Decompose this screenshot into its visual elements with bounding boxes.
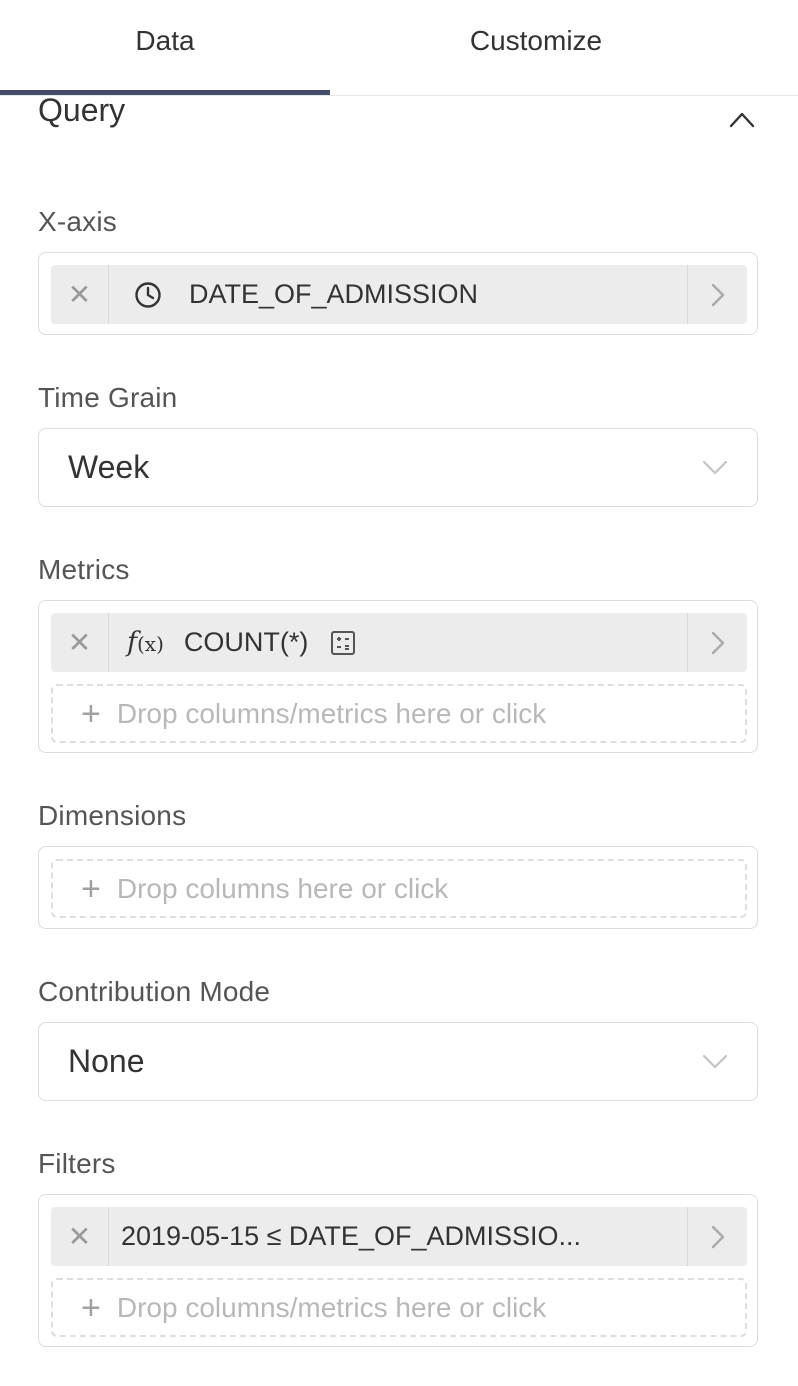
plus-icon: + — [81, 694, 101, 733]
contribution-mode-value: None — [68, 1043, 145, 1079]
dimensions-drop-zone[interactable]: + Drop columns here or click — [51, 859, 747, 918]
chevron-right-icon[interactable] — [687, 1207, 747, 1266]
time-grain-label: Time Grain — [38, 382, 178, 413]
function-icon: f(x) — [127, 627, 164, 658]
metrics-control: ✕ f(x) COUNT(*) + Drop columns/metrics h… — [38, 600, 758, 753]
plus-icon: + — [81, 869, 101, 908]
filters-drop-placeholder: Drop columns/metrics here or click — [116, 1291, 547, 1323]
xaxis-pill[interactable]: ✕ DATE_OF_ADMISSION — [51, 265, 747, 324]
xaxis-pill-body[interactable]: DATE_OF_ADMISSION — [109, 265, 687, 324]
filter-pill[interactable]: ✕ 2019-05-15 ≤ DATE_OF_ADMISSIO... — [51, 1207, 747, 1266]
remove-icon[interactable]: ✕ — [51, 1207, 109, 1266]
chevron-right-icon[interactable] — [687, 265, 747, 324]
xaxis-label: X-axis — [38, 206, 117, 237]
filters-label: Filters — [38, 1148, 116, 1179]
metric-pill[interactable]: ✕ f(x) COUNT(*) — [51, 613, 747, 672]
metrics-drop-placeholder: Drop columns/metrics here or click — [116, 697, 547, 729]
dimensions-label: Dimensions — [38, 800, 187, 831]
time-grain-value: Week — [68, 449, 150, 485]
remove-icon[interactable]: ✕ — [51, 613, 109, 672]
clock-icon — [135, 281, 161, 308]
dimensions-control: + Drop columns here or click — [38, 846, 758, 929]
tab-customize[interactable]: Customize — [330, 0, 742, 96]
filter-value: 2019-05-15 ≤ DATE_OF_ADMISSIO... — [121, 1221, 581, 1251]
chevron-down-icon — [702, 460, 728, 475]
contribution-mode-label: Contribution Mode — [38, 976, 271, 1007]
filters-control: ✕ 2019-05-15 ≤ DATE_OF_ADMISSIO... + Dro… — [38, 1194, 758, 1347]
filters-drop-zone[interactable]: + Drop columns/metrics here or click — [51, 1278, 747, 1337]
filter-pill-body[interactable]: 2019-05-15 ≤ DATE_OF_ADMISSIO... — [109, 1207, 687, 1266]
tab-bar: Data Customize — [0, 0, 798, 96]
metrics-drop-zone[interactable]: + Drop columns/metrics here or click — [51, 684, 747, 743]
contribution-mode-select[interactable]: None — [38, 1022, 758, 1101]
xaxis-control: ✕ DATE_OF_ADMISSION — [38, 252, 758, 335]
time-grain-select[interactable]: Week — [38, 428, 758, 507]
plus-icon: + — [81, 1288, 101, 1327]
metrics-label: Metrics — [38, 554, 130, 585]
tab-data[interactable]: Data — [0, 0, 330, 96]
calculator-icon — [331, 630, 356, 655]
chevron-down-icon — [702, 1054, 728, 1069]
dimensions-drop-placeholder: Drop columns here or click — [116, 872, 449, 904]
metric-value: COUNT(*) — [183, 627, 309, 657]
metric-pill-body[interactable]: f(x) COUNT(*) — [109, 613, 687, 672]
remove-icon[interactable]: ✕ — [51, 265, 109, 324]
xaxis-value: DATE_OF_ADMISSION — [189, 279, 479, 309]
chevron-right-icon[interactable] — [687, 613, 747, 672]
chevron-up-icon[interactable] — [727, 108, 757, 132]
section-title-query: Query — [38, 92, 126, 128]
